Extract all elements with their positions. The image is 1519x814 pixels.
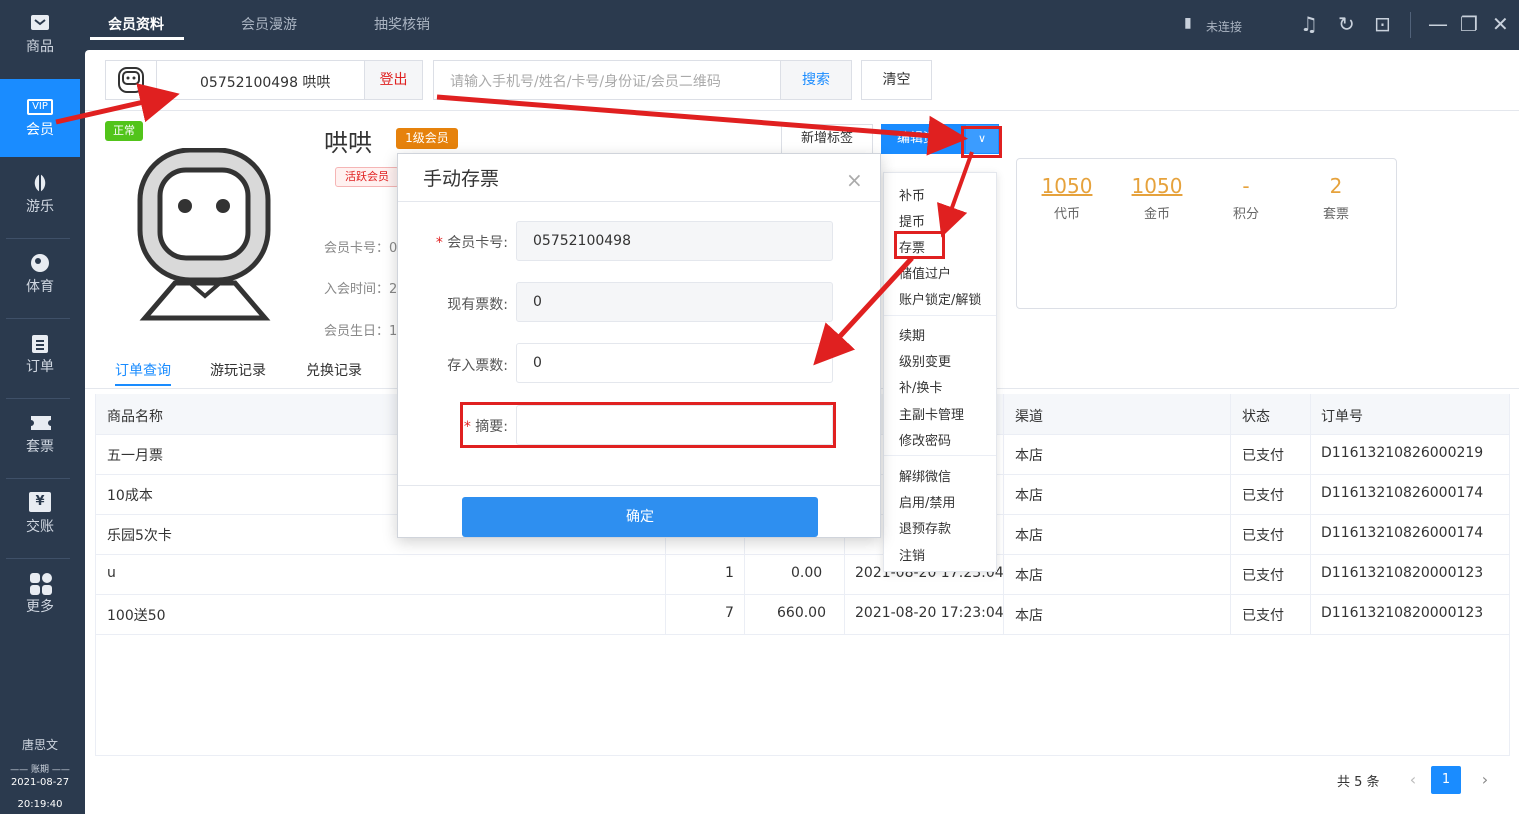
arrow-annotation bbox=[937, 151, 974, 238]
arrow-annotation bbox=[55, 83, 180, 125]
arrow-annotation bbox=[813, 256, 914, 366]
annotation-arrows bbox=[55, 83, 974, 366]
arrow-annotation bbox=[436, 94, 968, 156]
